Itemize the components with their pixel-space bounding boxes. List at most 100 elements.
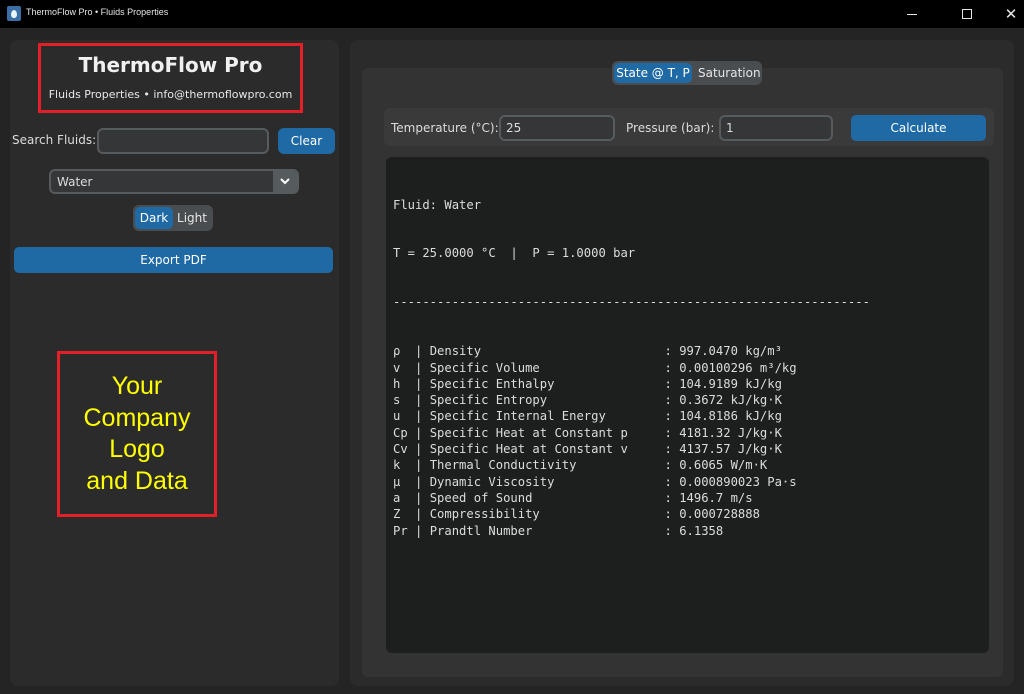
- property-symbol: Pr: [393, 523, 416, 538]
- column-separator: |: [415, 474, 430, 489]
- property-row: Z | Compressibility : 0.000728888: [393, 506, 870, 522]
- property-symbol: μ: [393, 474, 416, 489]
- chevron-down-icon[interactable]: [273, 171, 297, 192]
- maximize-button[interactable]: [944, 0, 990, 28]
- results-text: Fluid: Water T = 25.0000 °C | P = 1.0000…: [393, 164, 870, 555]
- property-row: ρ | Density : 997.0470 kg/m³: [393, 343, 870, 359]
- property-value: 4181.32 J/kg·K: [679, 425, 782, 440]
- property-name: Specific Heat at Constant v: [429, 442, 665, 457]
- property-name: Speed of Sound: [429, 490, 665, 505]
- temperature-label: Temperature (°C):: [391, 121, 499, 135]
- pressure-input[interactable]: [719, 115, 833, 141]
- property-symbol: Cp: [393, 425, 416, 440]
- maximize-icon: [962, 9, 972, 19]
- property-list: ρ | Density : 997.0470 kg/m³ v | Specific…: [393, 343, 870, 539]
- column-separator: |: [415, 425, 430, 440]
- value-colon: :: [664, 523, 680, 538]
- column-separator: |: [415, 360, 430, 375]
- property-symbol: a: [393, 490, 416, 505]
- property-row: h | Specific Enthalpy : 104.9189 kJ/kg: [393, 376, 870, 392]
- property-row: Pr | Prandtl Number : 6.1358: [393, 523, 870, 539]
- value-colon: :: [664, 490, 680, 505]
- property-value: 104.9189 kJ/kg: [679, 376, 782, 391]
- property-row: μ | Dynamic Viscosity : 0.000890023 Pa·s: [393, 474, 870, 490]
- property-symbol: Z: [393, 507, 416, 522]
- column-separator: |: [415, 376, 430, 391]
- value-colon: :: [664, 409, 680, 424]
- logo-text-line: Your: [111, 372, 163, 400]
- state-line: T = 25.0000 °C | P = 1.0000 bar: [393, 246, 636, 261]
- property-value: 997.0470 kg/m³: [679, 344, 782, 359]
- fluid-line: Fluid: Water: [393, 197, 482, 212]
- minimize-icon: [907, 13, 917, 15]
- property-name: Thermal Conductivity: [429, 458, 665, 473]
- property-symbol: h: [393, 376, 416, 391]
- column-separator: |: [415, 393, 430, 408]
- property-name: Density: [429, 344, 665, 359]
- theme-light-option[interactable]: Light: [173, 207, 211, 229]
- theme-dark-option[interactable]: Dark: [135, 207, 173, 229]
- column-separator: |: [415, 344, 430, 359]
- column-separator: |: [415, 409, 430, 424]
- property-name: Prandtl Number: [429, 523, 665, 538]
- property-symbol: ρ: [393, 344, 416, 359]
- value-colon: :: [664, 507, 680, 522]
- property-name: Specific Internal Energy: [429, 409, 665, 424]
- property-row: v | Specific Volume : 0.00100296 m³/kg: [393, 360, 870, 376]
- property-symbol: s: [393, 393, 416, 408]
- fluid-selected-value: Water: [57, 175, 93, 189]
- search-input[interactable]: [97, 128, 269, 154]
- logo-text-line: Company: [83, 403, 191, 432]
- window-title: ThermoFlow Pro • Fluids Properties: [26, 7, 169, 17]
- clear-button[interactable]: Clear: [278, 128, 335, 154]
- property-row: s | Specific Entropy : 0.3672 kJ/kg·K: [393, 392, 870, 408]
- brand-subtitle: Fluids Properties • info@thermoflowpro.c…: [48, 88, 293, 101]
- property-row: u | Specific Internal Energy : 104.8186 …: [393, 408, 870, 424]
- search-label: Search Fluids:: [12, 133, 97, 147]
- theme-toggle: Dark Light: [133, 205, 213, 231]
- tab-state-tp[interactable]: State @ T, P: [614, 63, 692, 83]
- column-separator: |: [415, 490, 430, 505]
- pressure-label: Pressure (bar):: [626, 121, 715, 135]
- value-colon: :: [664, 458, 680, 473]
- property-value: 0.6065 W/m·K: [679, 458, 768, 473]
- property-row: Cv | Specific Heat at Constant v : 4137.…: [393, 441, 870, 457]
- temperature-input[interactable]: [499, 115, 615, 141]
- property-name: Specific Heat at Constant p: [429, 425, 665, 440]
- separator-line: ----------------------------------------…: [393, 295, 870, 310]
- title-bar: ThermoFlow Pro • Fluids Properties ✕: [0, 0, 1024, 28]
- company-logo-placeholder: Your Company Logo and Data: [57, 351, 217, 517]
- export-pdf-button[interactable]: Export PDF: [14, 247, 333, 273]
- property-name: Dynamic Viscosity: [429, 474, 665, 489]
- property-value: 0.3672 kJ/kg·K: [679, 393, 782, 408]
- tab-bar: State @ T, P Saturation: [612, 61, 762, 85]
- property-row: k | Thermal Conductivity : 0.6065 W/m·K: [393, 457, 870, 473]
- value-colon: :: [664, 360, 680, 375]
- property-value: 0.000890023 Pa·s: [679, 474, 797, 489]
- value-colon: :: [664, 442, 680, 457]
- value-colon: :: [664, 344, 680, 359]
- property-name: Specific Enthalpy: [429, 376, 665, 391]
- property-row: Cp | Specific Heat at Constant p : 4181.…: [393, 425, 870, 441]
- property-value: 104.8186 kJ/kg: [679, 409, 782, 424]
- column-separator: |: [415, 507, 430, 522]
- tab-saturation[interactable]: Saturation: [692, 63, 767, 83]
- column-separator: |: [415, 523, 430, 538]
- property-row: a | Speed of Sound : 1496.7 m/s: [393, 490, 870, 506]
- property-symbol: Cv: [393, 442, 416, 457]
- close-button[interactable]: ✕: [988, 0, 1024, 28]
- property-symbol: k: [393, 458, 416, 473]
- value-colon: :: [664, 376, 680, 391]
- property-value: 1496.7 m/s: [679, 490, 753, 505]
- fluid-dropdown[interactable]: Water: [49, 169, 299, 194]
- value-colon: :: [664, 474, 680, 489]
- calculate-button[interactable]: Calculate: [851, 115, 986, 141]
- property-name: Compressibility: [429, 507, 665, 522]
- property-value: 0.00100296 m³/kg: [679, 360, 797, 375]
- value-colon: :: [664, 393, 680, 408]
- property-value: 6.1358: [679, 523, 724, 538]
- property-value: 0.000728888: [679, 507, 760, 522]
- minimize-button[interactable]: [889, 0, 935, 28]
- column-separator: |: [415, 442, 430, 457]
- close-icon: ✕: [1004, 4, 1018, 23]
